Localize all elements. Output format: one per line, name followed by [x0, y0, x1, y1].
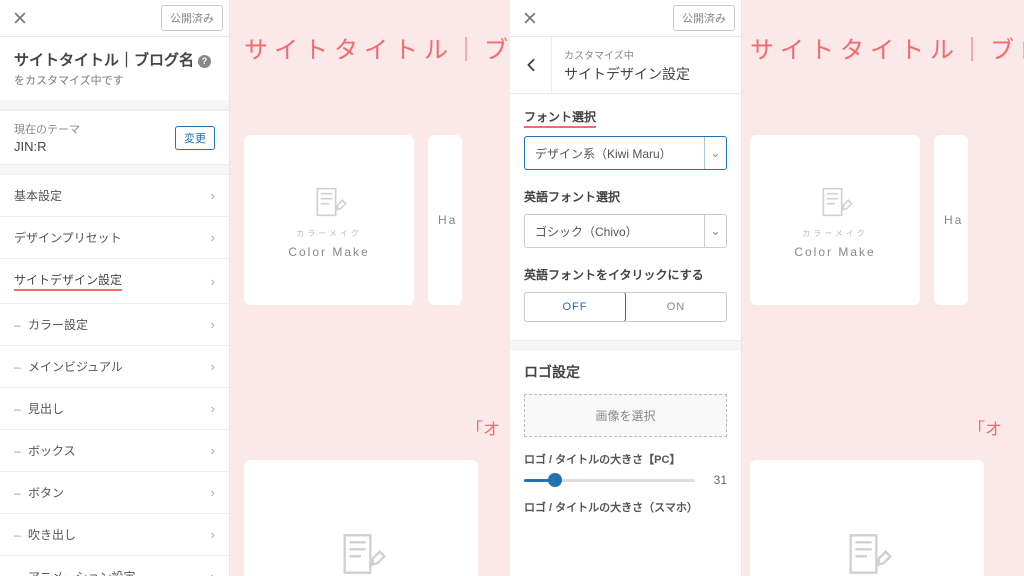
preview-card-colormake: カラーメイク Color Make	[750, 135, 920, 305]
italic-toggle-label: 英語フォントをイタリックにする	[524, 266, 704, 283]
preview-site-title: サイトタイトル｜ブロ	[230, 20, 510, 65]
chevron-right-icon: ›	[211, 527, 215, 542]
logo-size-pc-slider[interactable]	[524, 479, 695, 482]
menu-site-design[interactable]: サイトデザイン設定›	[0, 259, 229, 304]
preview-callout: 「オ	[466, 415, 500, 440]
customizer-heading: サイトタイトル｜ブログ名? をカスタマイズ中です	[0, 37, 229, 100]
preview-site-title: サイトタイトル｜ブロ	[742, 20, 1024, 65]
customizer-site-design-panel: 公開済み カスタマイズ中 サイトデザイン設定 フォント選択 デザイン系（Kiwi…	[510, 0, 742, 576]
preview-bigcard	[244, 460, 478, 576]
menu-main-visual[interactable]: メインビジュアル›	[0, 346, 229, 388]
font-select-value: デザイン系（Kiwi Maru）	[535, 145, 672, 162]
help-icon[interactable]: ?	[198, 55, 211, 68]
customizer-menu: 基本設定› デザインプリセット› サイトデザイン設定› カラー設定› メインビジ…	[0, 175, 229, 576]
menu-box[interactable]: ボックス›	[0, 430, 229, 472]
logo-section-title: ロゴ設定	[510, 350, 741, 394]
document-pen-icon	[333, 526, 389, 576]
menu-animation[interactable]: アニメーション設定›	[0, 556, 229, 576]
preview-card-cut: Ha	[428, 135, 462, 305]
menu-heading[interactable]: 見出し›	[0, 388, 229, 430]
theme-label: 現在のテーマ	[14, 121, 80, 137]
chevron-right-icon: ›	[211, 230, 215, 245]
published-button[interactable]: 公開済み	[673, 5, 735, 31]
preview-card-cut: Ha	[934, 135, 968, 305]
page-title: サイトデザイン設定	[564, 64, 690, 84]
chevron-right-icon: ›	[211, 274, 215, 289]
menu-basic-settings[interactable]: 基本設定›	[0, 175, 229, 217]
panel-topbar: 公開済み	[510, 0, 741, 37]
back-button[interactable]	[510, 37, 552, 93]
site-preview-right: サイトタイトル｜ブロ カラーメイク Color Make Ha 「オ	[742, 0, 1024, 576]
chevron-right-icon: ›	[211, 359, 215, 374]
chevron-right-icon: ›	[211, 188, 215, 203]
menu-color[interactable]: カラー設定›	[0, 304, 229, 346]
italic-toggle[interactable]: OFF ON	[524, 292, 727, 322]
panel-topbar: 公開済み	[0, 0, 229, 37]
preview-callout: 「オ	[968, 415, 1002, 440]
chevron-right-icon: ›	[211, 485, 215, 500]
en-font-select-value: ゴシック（Chivo）	[535, 223, 638, 240]
site-preview-left: サイトタイトル｜ブロ カラーメイク Color Make Ha 「オ	[230, 0, 510, 576]
site-title: サイトタイトル｜ブログ名	[14, 52, 194, 69]
logo-size-pc-value: 31	[703, 473, 727, 487]
document-pen-icon	[839, 526, 895, 576]
document-pen-icon	[309, 182, 349, 222]
font-select[interactable]: デザイン系（Kiwi Maru） ⌄	[524, 136, 727, 170]
toggle-off[interactable]: OFF	[524, 292, 626, 322]
divider	[510, 340, 741, 350]
chevron-down-icon: ⌄	[704, 137, 726, 169]
chevron-down-icon: ⌄	[704, 215, 726, 247]
menu-design-preset[interactable]: デザインプリセット›	[0, 217, 229, 259]
preview-card-colormake: カラーメイク Color Make	[244, 135, 414, 305]
menu-balloon[interactable]: 吹き出し›	[0, 514, 229, 556]
chevron-right-icon: ›	[211, 317, 215, 332]
close-icon[interactable]	[6, 4, 34, 32]
logo-size-pc-label: ロゴ / タイトルの大きさ【PC】	[524, 451, 727, 467]
published-button[interactable]: 公開済み	[161, 5, 223, 31]
logo-size-sp-label: ロゴ / タイトルの大きさ（スマホ）	[524, 499, 727, 515]
slider-thumb[interactable]	[548, 473, 562, 487]
theme-name: JIN:R	[14, 139, 80, 154]
document-pen-icon	[815, 182, 855, 222]
change-theme-button[interactable]: 変更	[175, 126, 215, 150]
font-select-label: フォント選択	[524, 108, 596, 128]
toggle-on[interactable]: ON	[626, 293, 726, 321]
customizer-root-panel: 公開済み サイトタイトル｜ブログ名? をカスタマイズ中です 現在のテーマ JIN…	[0, 0, 230, 576]
divider	[0, 165, 229, 175]
close-icon[interactable]	[516, 4, 544, 32]
image-select-button[interactable]: 画像を選択	[524, 394, 727, 437]
active-theme-block: 現在のテーマ JIN:R 変更	[0, 110, 229, 165]
en-font-select[interactable]: ゴシック（Chivo） ⌄	[524, 214, 727, 248]
panel-heading: カスタマイズ中 サイトデザイン設定	[510, 37, 741, 94]
menu-button[interactable]: ボタン›	[0, 472, 229, 514]
chevron-right-icon: ›	[211, 443, 215, 458]
breadcrumb: カスタマイズ中	[564, 47, 690, 62]
chevron-right-icon: ›	[211, 401, 215, 416]
customizing-label: をカスタマイズ中です	[14, 72, 215, 88]
chevron-right-icon: ›	[211, 569, 215, 576]
en-font-label: 英語フォント選択	[524, 188, 620, 205]
divider	[0, 100, 229, 110]
preview-bigcard	[750, 460, 984, 576]
